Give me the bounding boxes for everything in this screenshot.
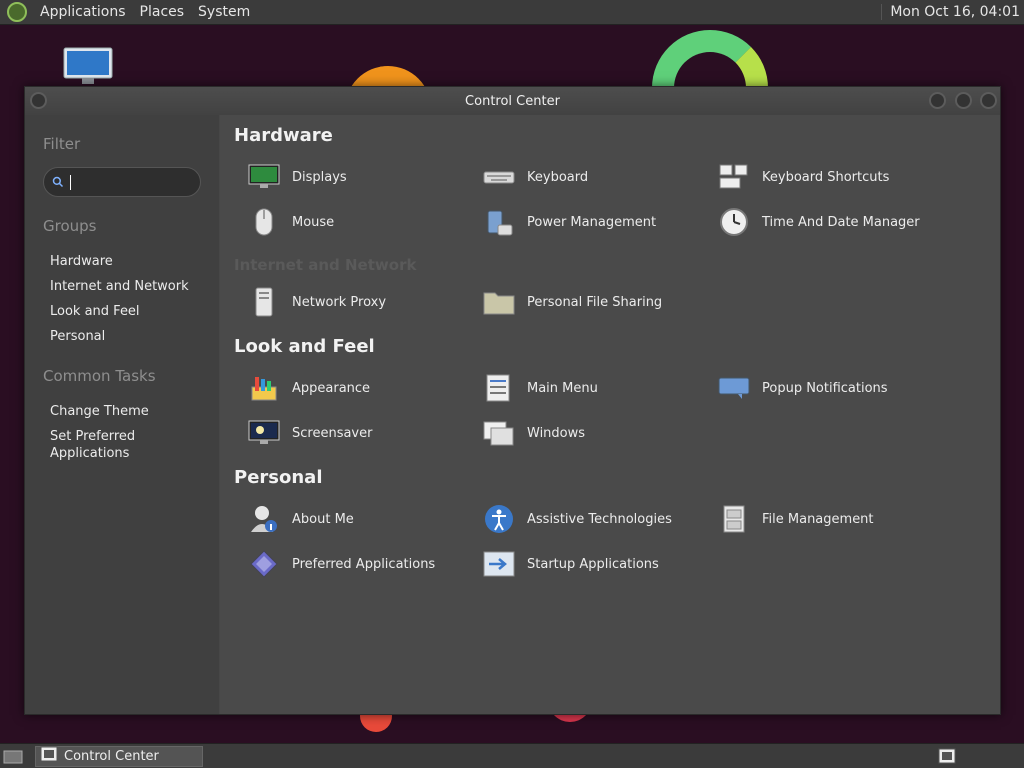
sidebar-item-internet[interactable]: Internet and Network bbox=[43, 274, 201, 299]
window-titlebar[interactable]: Control Center bbox=[25, 87, 1000, 115]
look-and-feel-header: Look and Feel bbox=[234, 336, 375, 357]
personal-header: Personal bbox=[234, 467, 323, 488]
set-preferred-apps-link[interactable]: Set Preferred Applications bbox=[43, 424, 201, 466]
time-date-item[interactable]: Time And Date Manager bbox=[704, 206, 939, 238]
network-proxy-item[interactable]: Network Proxy bbox=[234, 286, 469, 318]
windows-icon bbox=[483, 417, 515, 449]
assistive-technologies-item[interactable]: Assistive Technologies bbox=[469, 503, 704, 535]
change-theme-link[interactable]: Change Theme bbox=[43, 399, 201, 424]
control-center-icon bbox=[40, 746, 58, 766]
appearance-item[interactable]: Appearance bbox=[234, 372, 469, 404]
common-tasks-title: Common Tasks bbox=[43, 367, 156, 385]
displays-item[interactable]: Displays bbox=[234, 161, 469, 193]
mouse-icon bbox=[248, 206, 280, 238]
popup-notifications-item[interactable]: Popup Notifications bbox=[704, 372, 939, 404]
window-menu-button[interactable] bbox=[30, 92, 47, 109]
keyboard-icon bbox=[483, 161, 515, 193]
power-management-item[interactable]: Power Management bbox=[469, 206, 704, 238]
system-menu[interactable]: System bbox=[191, 4, 257, 20]
sidebar-item-personal[interactable]: Personal bbox=[43, 324, 201, 349]
internet-header: Internet and Network bbox=[234, 256, 417, 274]
taskbar-control-center[interactable]: Control Center bbox=[35, 745, 203, 767]
bottom-panel: Control Center bbox=[0, 743, 1024, 768]
main-menu-icon bbox=[483, 372, 515, 404]
computer-desktop-icon[interactable] bbox=[62, 46, 114, 86]
display-icon bbox=[248, 161, 280, 193]
applications-menu[interactable]: Applications bbox=[33, 4, 133, 20]
maximize-button[interactable] bbox=[955, 92, 972, 109]
panel-clock[interactable]: Mon Oct 16, 04:01 bbox=[881, 4, 1024, 20]
screensaver-icon bbox=[248, 417, 280, 449]
startup-applications-item[interactable]: Startup Applications bbox=[469, 548, 704, 580]
window-title: Control Center bbox=[465, 93, 560, 109]
mouse-item[interactable]: Mouse bbox=[234, 206, 469, 238]
search-input[interactable] bbox=[70, 174, 200, 190]
close-button[interactable] bbox=[980, 92, 997, 109]
minimize-button[interactable] bbox=[929, 92, 946, 109]
keyboard-shortcuts-icon bbox=[718, 161, 750, 193]
file-management-item[interactable]: File Management bbox=[704, 503, 939, 535]
about-me-item[interactable]: About Me bbox=[234, 503, 469, 535]
search-icon bbox=[52, 176, 64, 188]
places-menu[interactable]: Places bbox=[133, 4, 192, 20]
network-proxy-icon bbox=[248, 286, 280, 318]
mate-logo-icon[interactable] bbox=[7, 2, 27, 22]
content-area: Hardware Displays Keyboard Keyboard Shor… bbox=[220, 115, 1000, 714]
startup-apps-icon bbox=[483, 548, 515, 580]
hardware-header: Hardware bbox=[234, 125, 333, 146]
user-icon bbox=[248, 503, 280, 535]
sidebar: Filter Groups Hardware Internet and Netw… bbox=[25, 115, 219, 714]
preferred-applications-item[interactable]: Preferred Applications bbox=[234, 548, 469, 580]
preferred-apps-icon bbox=[248, 548, 280, 580]
show-desktop-icon[interactable] bbox=[3, 748, 23, 768]
file-sharing-item[interactable]: Personal File Sharing bbox=[469, 286, 704, 318]
file-cabinet-icon bbox=[718, 503, 750, 535]
top-panel: Applications Places System Mon Oct 16, 0… bbox=[0, 0, 1024, 25]
screensaver-item[interactable]: Screensaver bbox=[234, 417, 469, 449]
sidebar-item-look-and-feel[interactable]: Look and Feel bbox=[43, 299, 201, 324]
accessibility-icon bbox=[483, 503, 515, 535]
windows-item[interactable]: Windows bbox=[469, 417, 704, 449]
appearance-icon bbox=[248, 372, 280, 404]
sidebar-item-hardware[interactable]: Hardware bbox=[43, 249, 201, 274]
search-box[interactable] bbox=[43, 167, 201, 197]
filter-title: Filter bbox=[43, 135, 81, 153]
keyboard-shortcuts-item[interactable]: Keyboard Shortcuts bbox=[704, 161, 939, 193]
tray-control-center-icon[interactable] bbox=[938, 748, 956, 768]
groups-title: Groups bbox=[43, 217, 97, 235]
keyboard-item[interactable]: Keyboard bbox=[469, 161, 704, 193]
folder-share-icon bbox=[483, 286, 515, 318]
notification-icon bbox=[718, 372, 750, 404]
power-icon bbox=[483, 206, 515, 238]
control-center-window: Control Center Filter Groups Hardware In… bbox=[24, 86, 1001, 715]
clock-icon bbox=[718, 206, 750, 238]
main-menu-item[interactable]: Main Menu bbox=[469, 372, 704, 404]
